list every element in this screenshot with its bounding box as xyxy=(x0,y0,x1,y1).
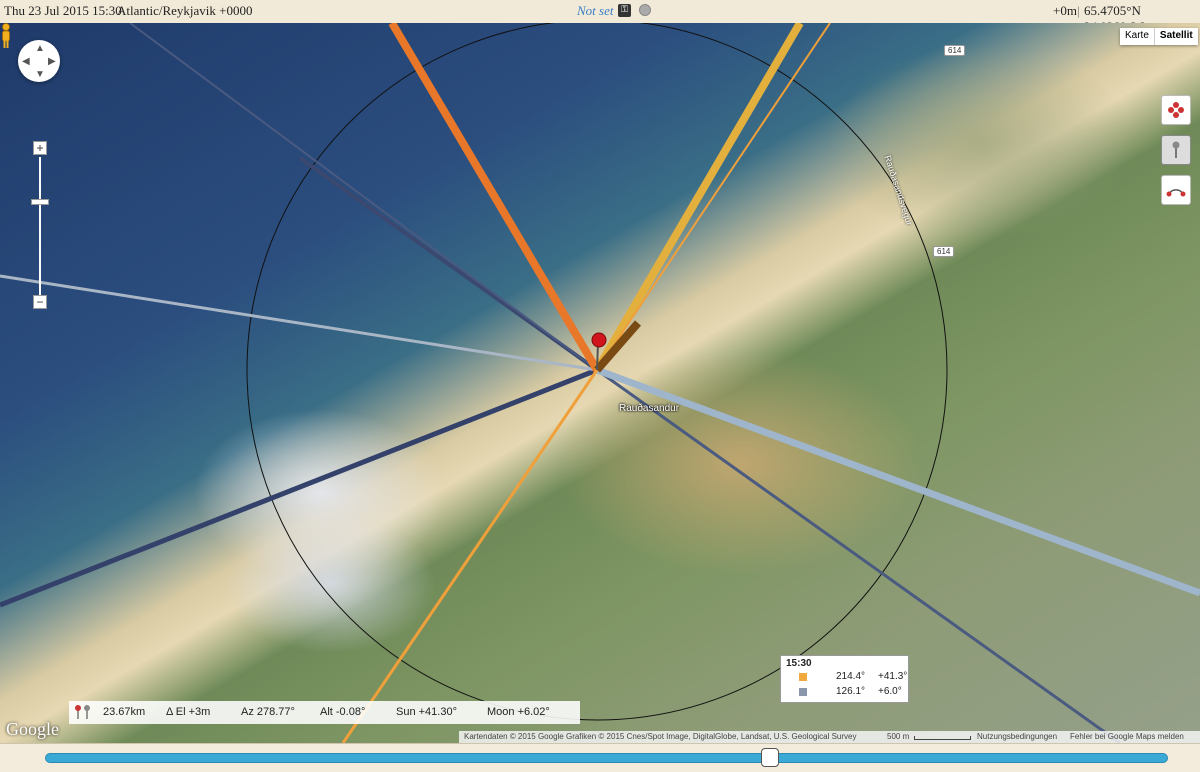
two-pins-icon xyxy=(75,705,90,719)
terms-link[interactable]: Nutzungsbedingungen xyxy=(977,732,1057,741)
scale-bar xyxy=(914,736,971,740)
sun-row: 214.4° +41.3° xyxy=(781,671,908,684)
compass-tool-button[interactable] xyxy=(1161,175,1191,205)
pan-control-icon[interactable]: ▲ ▼ ◀ ▶ xyxy=(18,40,60,82)
datetime[interactable]: Thu 23 Jul 2015 15:30 xyxy=(4,3,122,19)
road-number-badge: 614 xyxy=(944,45,966,56)
timezone[interactable]: Atlantic/Reykjavik +0000 xyxy=(117,3,253,19)
sun-elevation: +41.3° xyxy=(878,671,908,682)
road-number-badge: 614 xyxy=(933,246,955,257)
map-type-karte[interactable]: Karte xyxy=(1120,28,1154,45)
map-type-satellit[interactable]: Satellit xyxy=(1153,28,1198,45)
time-slider-thumb[interactable] xyxy=(761,748,779,767)
time-slider-track[interactable] xyxy=(45,753,1168,763)
moon-row: 126.1° +6.0° xyxy=(781,686,908,699)
sun-altitude: Sun +41.30° xyxy=(396,706,457,718)
pegman-icon[interactable] xyxy=(0,23,12,49)
time-info-box: 15:30 214.4° +41.3° 126.1° +6.0° xyxy=(780,655,909,703)
grid-tool-button[interactable] xyxy=(1161,95,1191,125)
location-pin-icon[interactable] xyxy=(591,332,607,348)
moon-elevation: +6.0° xyxy=(878,686,902,697)
time-label: 15:30 xyxy=(786,658,812,669)
scale-label: 500 m xyxy=(887,732,910,741)
circle-toggle-icon[interactable] xyxy=(639,4,651,16)
moon-altitude: Moon +6.02° xyxy=(487,706,550,718)
map-overlay xyxy=(0,23,1200,743)
zoom-slider-thumb[interactable] xyxy=(31,199,49,205)
place-label[interactable]: Rauðasandur xyxy=(619,403,679,414)
map-canvas[interactable]: ▲ ▼ ◀ ▶ + − Karte Satellit 614 614 Rauða… xyxy=(0,23,1200,743)
report-error-link[interactable]: Fehler bei Google Maps melden xyxy=(1070,732,1184,741)
sun-line-thin xyxy=(596,23,831,371)
lock-icon[interactable]: ⚿ xyxy=(618,4,631,17)
measurement-bar: 23.67km Δ El +3m Az 278.77° Alt -0.08° S… xyxy=(69,701,580,724)
moon-azimuth: 126.1° xyxy=(836,686,866,697)
sun-azimuth: 214.4° xyxy=(836,671,866,682)
moon-swatch xyxy=(799,688,807,696)
zoom-out-button[interactable]: − xyxy=(33,295,47,309)
grid-icon xyxy=(1168,102,1184,118)
copyright-text: Kartendaten © 2015 Google Grafiken © 201… xyxy=(464,732,857,741)
top-bar: Thu 23 Jul 2015 15:30 Atlantic/Reykjavik… xyxy=(0,0,1200,34)
elevation[interactable]: +0m xyxy=(1053,3,1077,19)
delta-elevation: Δ El +3m xyxy=(166,706,211,718)
zoom-track[interactable] xyxy=(39,157,41,295)
map-type-control: Karte Satellit xyxy=(1120,28,1198,45)
sun-swatch xyxy=(799,673,807,681)
zoom-in-button[interactable]: + xyxy=(33,141,47,155)
altitude-value: Alt -0.08° xyxy=(320,706,366,718)
time-slider-bar xyxy=(0,743,1200,772)
azimuth-value: Az 278.77° xyxy=(241,706,295,718)
distance-value: 23.67km xyxy=(103,706,146,718)
pin-tool-button[interactable] xyxy=(1161,135,1191,165)
pin-icon xyxy=(1172,141,1180,158)
separator: | xyxy=(1077,3,1080,18)
google-logo: Google xyxy=(6,719,59,739)
status-text[interactable]: Not set xyxy=(577,3,613,19)
sunset-line xyxy=(593,23,804,373)
compass-icon xyxy=(1166,189,1186,197)
attribution-bar: Kartendaten © 2015 Google Grafiken © 201… xyxy=(459,731,1200,743)
